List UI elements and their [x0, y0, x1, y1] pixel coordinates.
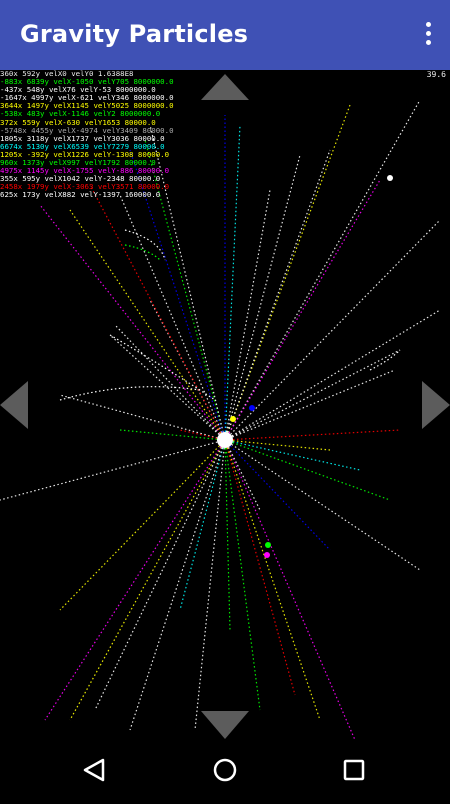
- particle-trail: [124, 244, 161, 261]
- particle: [230, 416, 236, 422]
- particle-trail: [224, 439, 331, 551]
- arrow-up-icon[interactable]: [201, 74, 249, 100]
- simulation-canvas[interactable]: 360x 592y velX0 velY0 1.6388E8 -883x 6839…: [0, 70, 450, 750]
- particle-trail: [224, 369, 396, 441]
- particle-trail: [0, 439, 226, 501]
- fps-counter: 39.6: [426, 70, 446, 79]
- particle-trail: [224, 154, 301, 441]
- arrow-right-icon[interactable]: [422, 381, 450, 429]
- particle-trail: [124, 229, 166, 261]
- home-button[interactable]: [195, 750, 255, 800]
- overflow-menu-icon[interactable]: [420, 22, 436, 50]
- particle-trail: [224, 189, 271, 441]
- particle-trail: [94, 439, 226, 711]
- particle-trail: [224, 439, 356, 741]
- debug-line: 625x 173y velX882 velY-1397 160000.0: [0, 190, 161, 200]
- arrow-down-icon[interactable]: [201, 711, 249, 739]
- particle-trail: [129, 439, 226, 731]
- particle-trail: [369, 349, 401, 371]
- particle: [387, 175, 393, 181]
- particle-trail: [119, 429, 226, 441]
- particle-trail: [179, 439, 226, 611]
- particle-trail: [149, 299, 226, 441]
- particle: [264, 552, 270, 558]
- arrow-left-icon[interactable]: [0, 381, 28, 429]
- particle-trail: [224, 439, 391, 501]
- particle-trail: [194, 439, 226, 731]
- app-bar: Gravity Particles: [0, 0, 450, 70]
- particle-trail: [224, 439, 361, 471]
- particle-trail: [224, 439, 331, 451]
- debug-readout: 360x 592y velX0 velY0 1.6388E8 -883x 6839…: [0, 70, 174, 200]
- particle-trail: [224, 439, 296, 696]
- particle-trail: [109, 334, 216, 401]
- particle-trail: [59, 386, 201, 401]
- back-button[interactable]: [67, 750, 127, 800]
- particle-trail: [69, 209, 226, 441]
- particle: [217, 432, 233, 448]
- particle: [249, 405, 255, 411]
- particle-trail: [59, 439, 226, 611]
- recents-button[interactable]: [324, 750, 384, 800]
- particle-trail: [224, 149, 331, 441]
- particle: [265, 542, 271, 548]
- particle-trail: [114, 324, 226, 441]
- particle-trail: [89, 184, 226, 441]
- particle-trail: [119, 194, 226, 441]
- back-icon: [83, 758, 105, 782]
- particle-trail: [224, 104, 351, 441]
- particle-trail: [224, 439, 261, 511]
- recents-icon: [343, 759, 365, 781]
- system-navigation-bar: [0, 750, 450, 800]
- particle-trail: [224, 439, 321, 721]
- app-title: Gravity Particles: [20, 20, 249, 48]
- particle-trail: [224, 309, 441, 441]
- particle-trail: [69, 439, 226, 721]
- particle-trail: [224, 429, 401, 441]
- particle-trail: [224, 439, 421, 571]
- particle-trail: [44, 439, 226, 721]
- home-icon: [213, 758, 237, 782]
